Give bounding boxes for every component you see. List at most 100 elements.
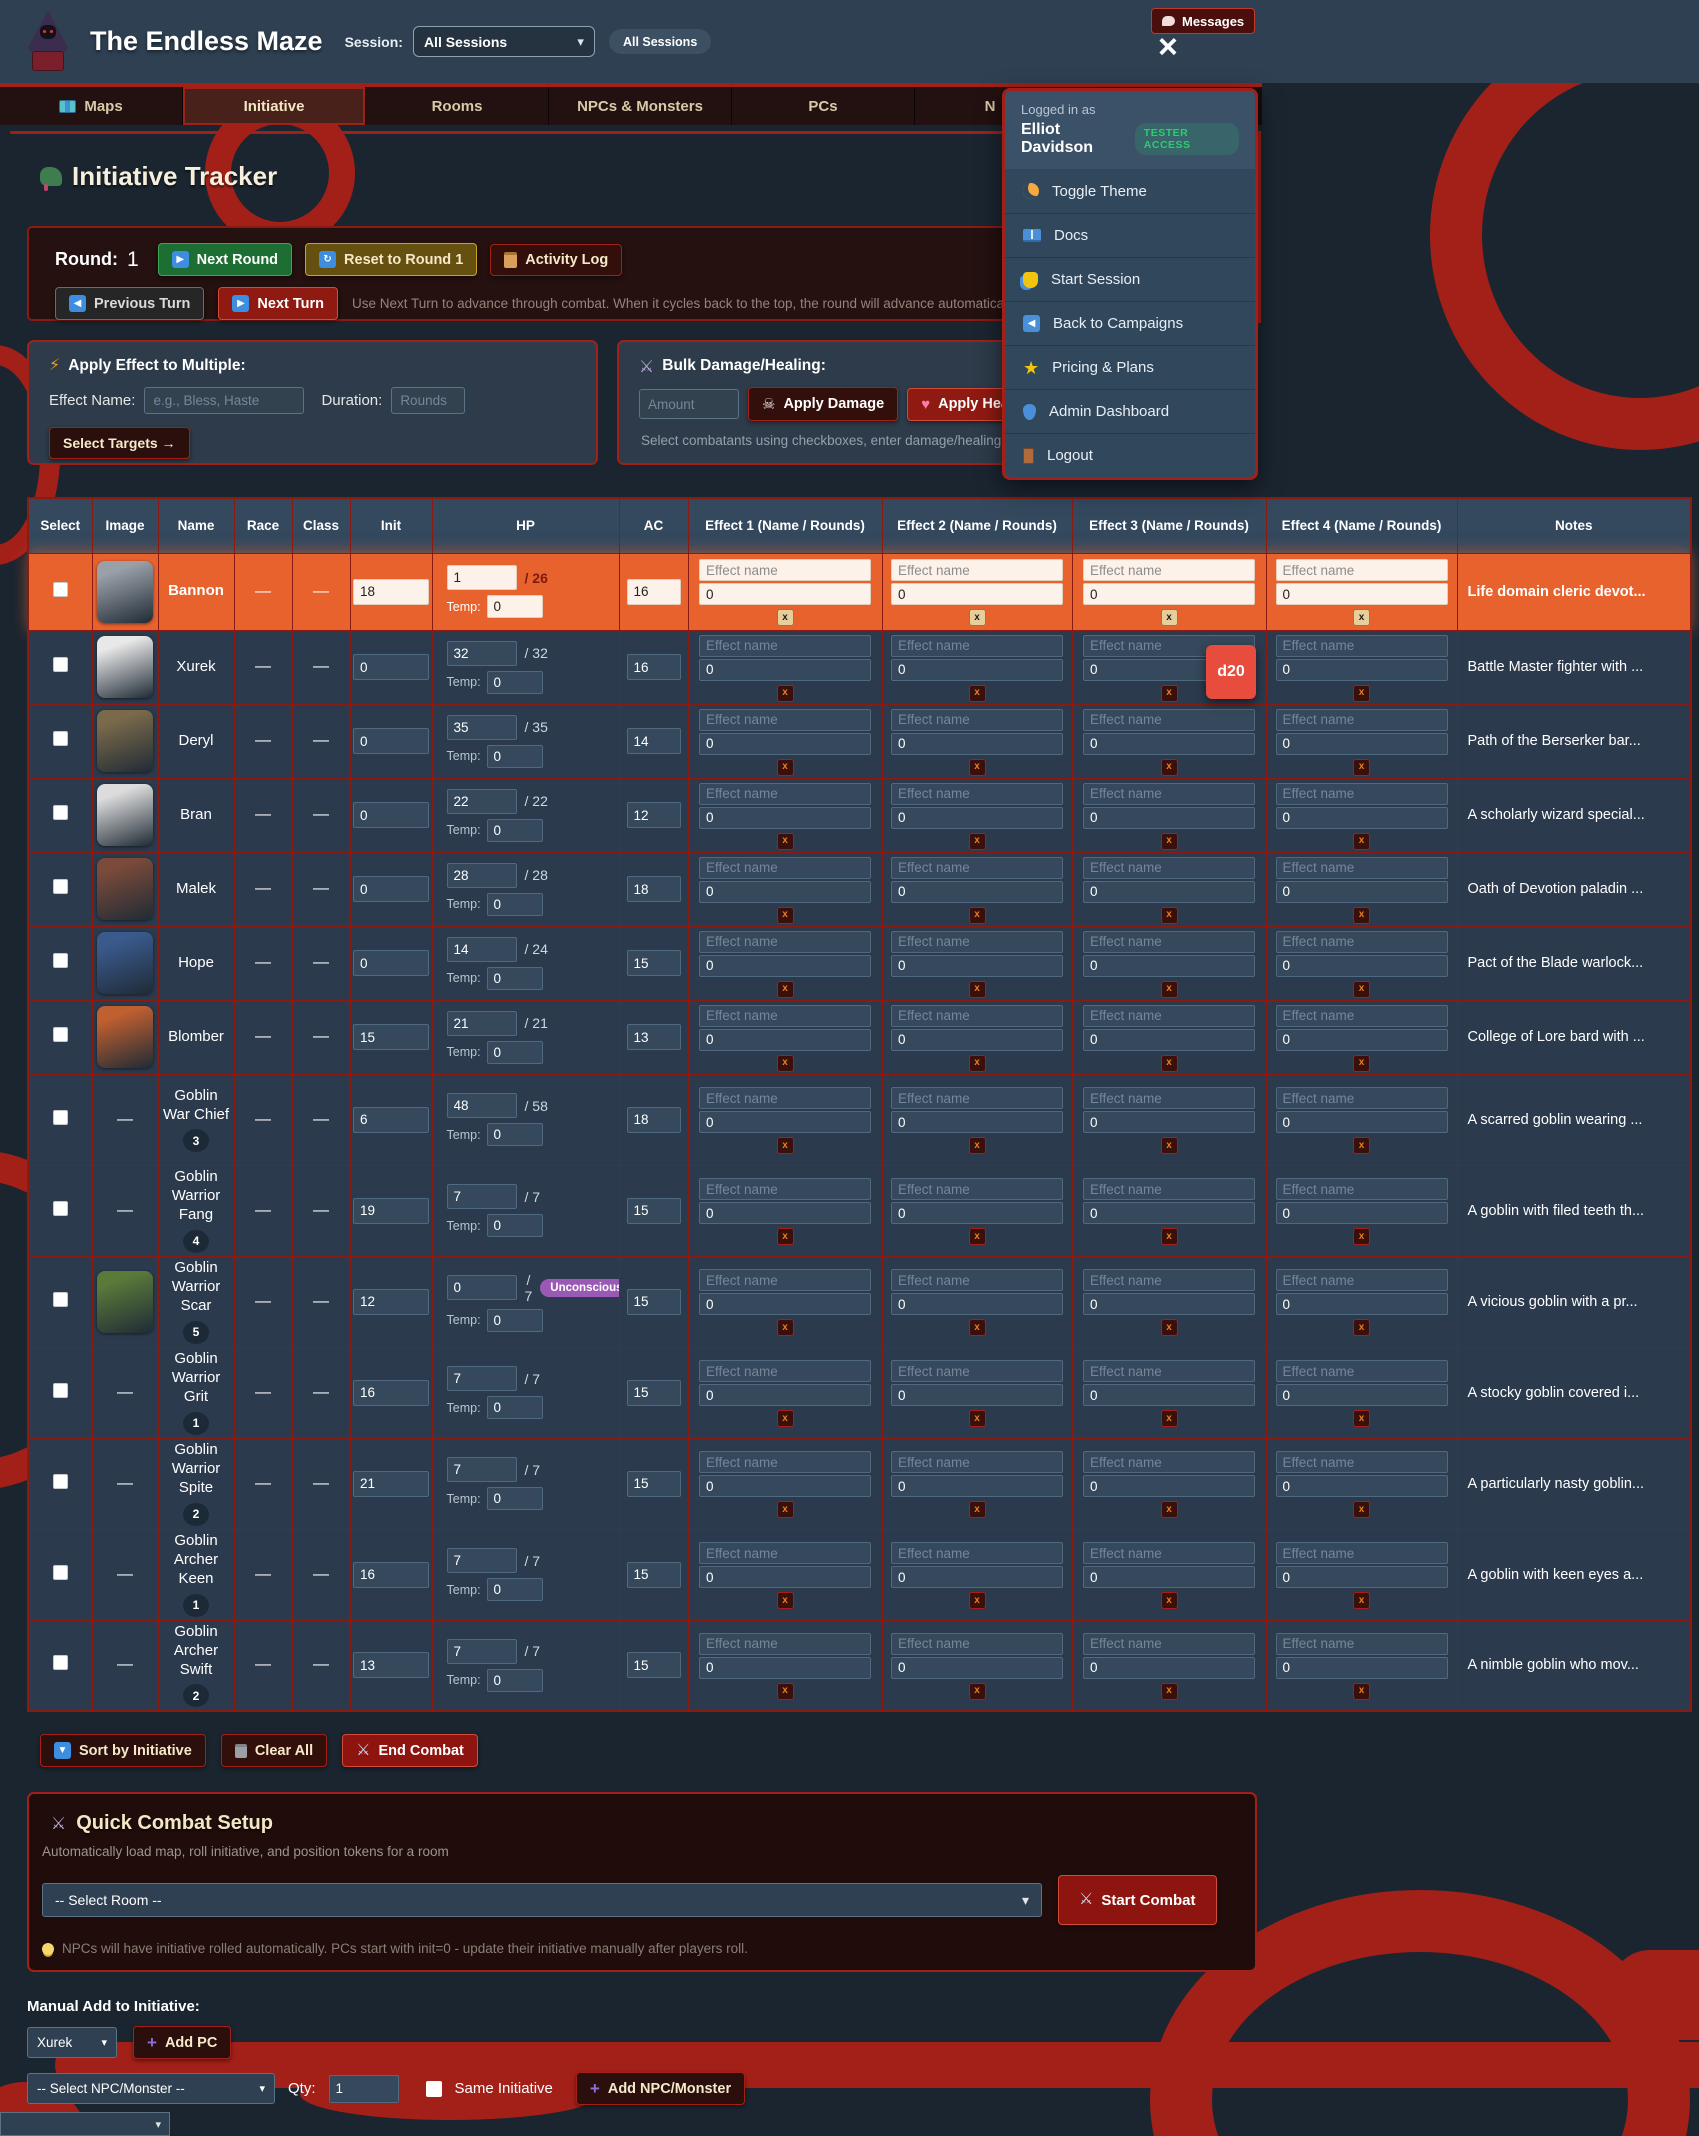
row-select-checkbox[interactable]: [53, 1655, 68, 1670]
effect-name-input[interactable]: [1083, 1005, 1255, 1027]
effect-rounds-input[interactable]: [1276, 881, 1448, 903]
remove-effect-button[interactable]: x: [969, 1410, 986, 1427]
effect-name-input[interactable]: [1276, 931, 1448, 953]
effect-name-input[interactable]: [1083, 1087, 1255, 1109]
ac-input[interactable]: [627, 1289, 681, 1315]
effect-rounds-input[interactable]: [699, 733, 871, 755]
hp-input[interactable]: [447, 937, 517, 962]
hp-input[interactable]: [447, 1457, 517, 1482]
effect-rounds-input[interactable]: [1276, 1566, 1448, 1588]
ac-input[interactable]: [627, 728, 681, 754]
npc-select[interactable]: -- Select NPC/Monster -- ▾: [27, 2073, 275, 2104]
tab-pcs[interactable]: PCs: [732, 87, 915, 125]
effect-rounds-input[interactable]: [1083, 733, 1255, 755]
effect-name-input[interactable]: [699, 1542, 871, 1564]
next-turn-button[interactable]: ▶ Next Turn: [218, 287, 338, 320]
effect-rounds-input[interactable]: [1083, 807, 1255, 829]
effect-name-input[interactable]: [699, 1633, 871, 1655]
remove-effect-button[interactable]: x: [1353, 1319, 1370, 1336]
next-round-button[interactable]: ▶ Next Round: [158, 243, 292, 276]
menu-item-logout[interactable]: Logout: [1005, 433, 1255, 477]
ac-input[interactable]: [627, 654, 681, 680]
effect-name-input[interactable]: [699, 857, 871, 879]
effect-rounds-input[interactable]: [891, 955, 1063, 977]
hp-input[interactable]: [447, 1275, 517, 1300]
effect-name-input[interactable]: [1276, 1087, 1448, 1109]
row-select-checkbox[interactable]: [53, 1292, 68, 1307]
effect-name-input[interactable]: [891, 709, 1063, 731]
remove-effect-button[interactable]: x: [1161, 685, 1178, 702]
tab-initiative[interactable]: Initiative: [183, 87, 366, 125]
effect-name-input[interactable]: [1276, 783, 1448, 805]
remove-effect-button[interactable]: x: [777, 685, 794, 702]
remove-effect-button[interactable]: x: [777, 1683, 794, 1700]
remove-effect-button[interactable]: x: [969, 833, 986, 850]
remove-effect-button[interactable]: x: [777, 1592, 794, 1609]
hp-input[interactable]: [447, 1184, 517, 1209]
hp-input[interactable]: [447, 863, 517, 888]
ac-input[interactable]: [627, 1380, 681, 1406]
remove-effect-button[interactable]: x: [1161, 759, 1178, 776]
init-input[interactable]: [353, 728, 429, 754]
menu-item-start-session[interactable]: Start Session: [1005, 257, 1255, 301]
effect-rounds-input[interactable]: [699, 881, 871, 903]
remove-effect-button[interactable]: x: [777, 609, 794, 626]
remove-effect-button[interactable]: x: [969, 1228, 986, 1245]
effect-name-input[interactable]: [1083, 857, 1255, 879]
previous-turn-button[interactable]: ◀ Previous Turn: [55, 287, 204, 320]
init-input[interactable]: [353, 1380, 429, 1406]
effect-name-input[interactable]: [1276, 1360, 1448, 1382]
temp-input[interactable]: [487, 819, 543, 842]
row-select-checkbox[interactable]: [53, 582, 68, 597]
remove-effect-button[interactable]: x: [1353, 981, 1370, 998]
hp-input[interactable]: [447, 1548, 517, 1573]
row-select-checkbox[interactable]: [53, 1383, 68, 1398]
effect-rounds-input[interactable]: [1276, 659, 1448, 681]
tab-maps[interactable]: Maps: [0, 87, 183, 125]
effect-name-input[interactable]: [891, 1087, 1063, 1109]
row-select-checkbox[interactable]: [53, 1565, 68, 1580]
effect-name-input[interactable]: [144, 387, 304, 414]
hp-input[interactable]: [447, 1011, 517, 1036]
ac-input[interactable]: [627, 950, 681, 976]
remove-effect-button[interactable]: x: [969, 1592, 986, 1609]
row-select-checkbox[interactable]: [53, 879, 68, 894]
effect-rounds-input[interactable]: [699, 583, 871, 605]
duration-input[interactable]: [391, 387, 465, 414]
hp-input[interactable]: [447, 565, 517, 590]
effect-rounds-input[interactable]: [1083, 1566, 1255, 1588]
start-combat-button[interactable]: ⚔ Start Combat: [1058, 1875, 1217, 1925]
remove-effect-button[interactable]: x: [1161, 981, 1178, 998]
remove-effect-button[interactable]: x: [1161, 1055, 1178, 1072]
ac-input[interactable]: [627, 802, 681, 828]
menu-item-pricing-plans[interactable]: ★ Pricing & Plans: [1005, 345, 1255, 389]
menu-item-toggle-theme[interactable]: Toggle Theme: [1005, 169, 1255, 213]
ac-input[interactable]: [627, 1562, 681, 1588]
effect-name-input[interactable]: [699, 559, 871, 581]
effect-rounds-input[interactable]: [699, 1384, 871, 1406]
remove-effect-button[interactable]: x: [1353, 1683, 1370, 1700]
effect-rounds-input[interactable]: [699, 1475, 871, 1497]
effect-rounds-input[interactable]: [1276, 1111, 1448, 1133]
tab-npcs-monsters[interactable]: NPCs & Monsters: [549, 87, 732, 125]
effect-rounds-input[interactable]: [1276, 955, 1448, 977]
same-initiative-checkbox[interactable]: [426, 2081, 442, 2097]
temp-input[interactable]: [487, 1578, 543, 1601]
effect-name-input[interactable]: [699, 709, 871, 731]
effect-name-input[interactable]: [891, 1633, 1063, 1655]
effect-name-input[interactable]: [1276, 1178, 1448, 1200]
row-select-checkbox[interactable]: [53, 1027, 68, 1042]
effect-name-input[interactable]: [1083, 931, 1255, 953]
remove-effect-button[interactable]: x: [1161, 907, 1178, 924]
effect-name-input[interactable]: [1276, 1542, 1448, 1564]
effect-name-input[interactable]: [699, 1269, 871, 1291]
effect-rounds-input[interactable]: [699, 1566, 871, 1588]
row-select-checkbox[interactable]: [53, 1201, 68, 1216]
remove-effect-button[interactable]: x: [777, 1228, 794, 1245]
row-select-checkbox[interactable]: [53, 953, 68, 968]
effect-rounds-input[interactable]: [891, 807, 1063, 829]
init-input[interactable]: [353, 579, 429, 605]
row-select-checkbox[interactable]: [53, 1474, 68, 1489]
room-select[interactable]: -- Select Room --: [42, 1883, 1042, 1917]
effect-rounds-input[interactable]: [891, 1566, 1063, 1588]
